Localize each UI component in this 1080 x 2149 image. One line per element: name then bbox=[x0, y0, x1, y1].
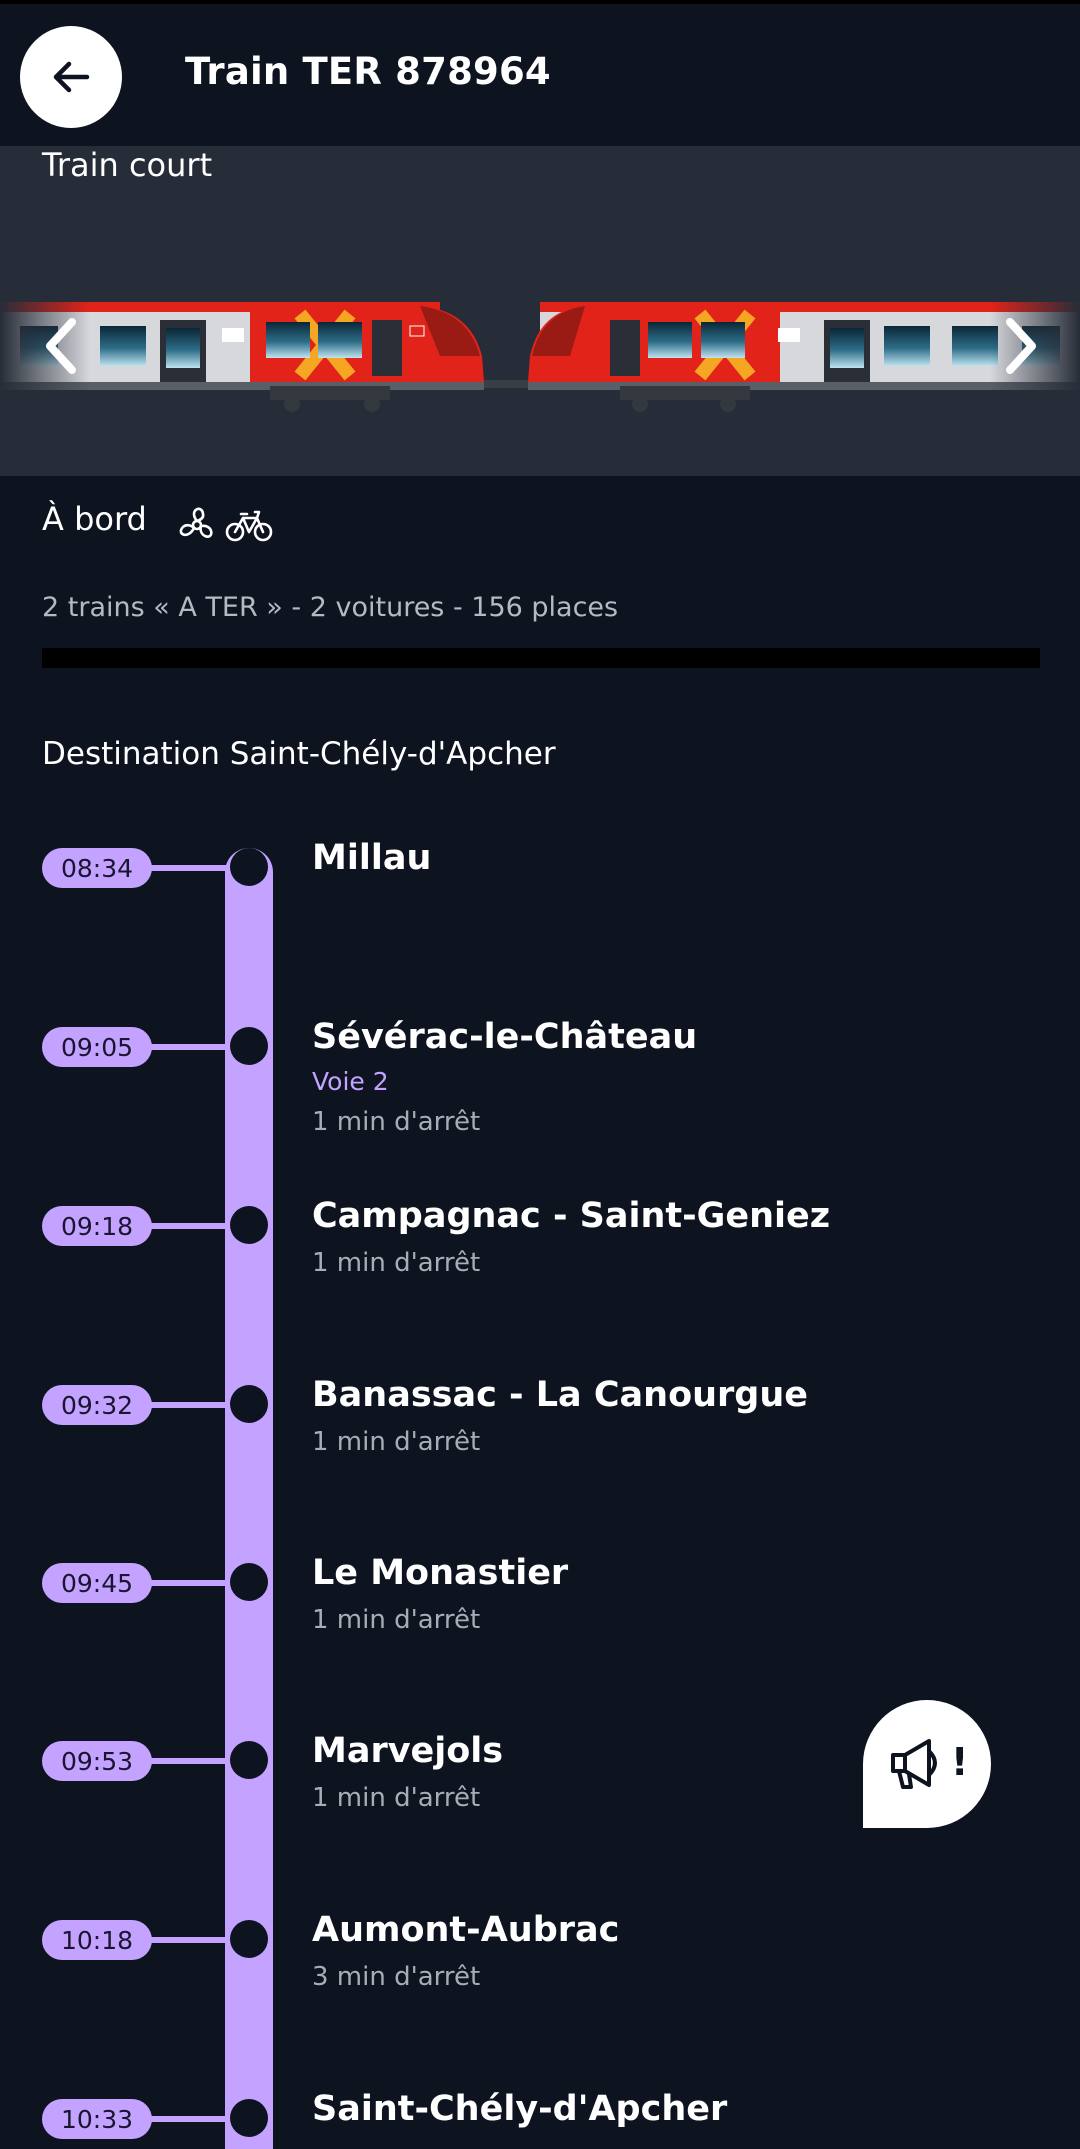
timeline-connector bbox=[150, 1758, 234, 1764]
stop-item[interactable]: 09:18 Campagnac - Saint-Geniez 1 min d'a… bbox=[0, 1196, 1080, 1278]
stop-dot bbox=[230, 1385, 268, 1423]
fan-icon bbox=[179, 507, 213, 538]
stop-item[interactable]: 10:33 Saint-Chély-d'Apcher bbox=[0, 2089, 1080, 2149]
station-name: Millau bbox=[312, 838, 432, 878]
composition-label: Train court bbox=[42, 146, 213, 184]
timeline-connector bbox=[150, 1937, 234, 1943]
timeline-connector bbox=[150, 1580, 234, 1586]
stop-duration: 1 min d'arrêt bbox=[312, 1427, 481, 1457]
stop-duration: 1 min d'arrêt bbox=[312, 1783, 481, 1813]
chevron-left-icon bbox=[46, 318, 76, 374]
stop-duration: 1 min d'arrêt bbox=[312, 1248, 481, 1278]
destination-label: Destination Saint-Chély-d'Apcher bbox=[42, 736, 556, 772]
page-title: Train TER 878964 bbox=[185, 50, 551, 93]
previous-car-button[interactable] bbox=[32, 306, 92, 386]
timeline-connector bbox=[150, 1223, 234, 1229]
megaphone-icon: ! bbox=[891, 1739, 968, 1789]
stop-dot bbox=[230, 1920, 268, 1958]
timeline-connector bbox=[150, 2116, 234, 2122]
divider-bar bbox=[42, 648, 1040, 668]
stop-item[interactable]: 08:34 Millau bbox=[0, 838, 1080, 908]
arrow-left-icon bbox=[53, 61, 90, 93]
stop-item[interactable]: 09:05 Sévérac-le-Château Voie 2 1 min d'… bbox=[0, 1017, 1080, 1137]
timeline-connector bbox=[150, 1402, 234, 1408]
stop-item[interactable]: 10:18 Aumont-Aubrac 3 min d'arrêt bbox=[0, 1910, 1080, 1992]
station-name: Aumont-Aubrac bbox=[312, 1910, 620, 1950]
feedback-button[interactable]: ! bbox=[863, 1700, 991, 1828]
onboard-title: À bord bbox=[42, 500, 147, 538]
stop-time: 09:45 bbox=[42, 1563, 152, 1603]
svg-text:!: ! bbox=[951, 1740, 968, 1784]
stop-dot bbox=[230, 848, 268, 886]
stop-dot bbox=[230, 2099, 268, 2137]
stop-dot bbox=[230, 1206, 268, 1244]
timeline-connector bbox=[150, 1044, 234, 1050]
station-name: Le Monastier bbox=[312, 1553, 569, 1593]
chevron-right-icon bbox=[1006, 318, 1036, 374]
stop-duration: 1 min d'arrêt bbox=[312, 1107, 481, 1137]
stop-time: 08:34 bbox=[42, 848, 152, 888]
train-composition: Train court bbox=[0, 146, 1080, 476]
stop-time: 10:33 bbox=[42, 2099, 152, 2139]
stop-item[interactable]: 09:32 Banassac - La Canourgue 1 min d'ar… bbox=[0, 1375, 1080, 1457]
stop-time: 09:53 bbox=[42, 1741, 152, 1781]
stop-dot bbox=[230, 1027, 268, 1065]
stop-dot bbox=[230, 1563, 268, 1601]
app-header: Train TER 878964 bbox=[0, 0, 1080, 146]
stop-time: 10:18 bbox=[42, 1920, 152, 1960]
stop-duration: 3 min d'arrêt bbox=[312, 1962, 481, 1992]
track-number: Voie 2 bbox=[312, 1067, 389, 1096]
bicycle-icon bbox=[225, 510, 273, 542]
stop-item[interactable]: 09:45 Le Monastier 1 min d'arrêt bbox=[0, 1553, 1080, 1635]
back-button[interactable] bbox=[20, 26, 122, 128]
stop-time: 09:05 bbox=[42, 1027, 152, 1067]
stop-time: 09:18 bbox=[42, 1206, 152, 1246]
train-image[interactable] bbox=[0, 286, 1080, 416]
station-name: Campagnac - Saint-Geniez bbox=[312, 1196, 831, 1236]
station-name: Banassac - La Canourgue bbox=[312, 1375, 809, 1415]
timeline-connector bbox=[150, 865, 234, 871]
stop-time: 09:32 bbox=[42, 1385, 152, 1425]
station-name: Marvejols bbox=[312, 1731, 504, 1771]
stop-dot bbox=[230, 1741, 268, 1779]
train-details-screen: Train TER 878964 Train court À bord 2 tr… bbox=[0, 0, 1080, 2149]
stop-duration: 1 min d'arrêt bbox=[312, 1605, 481, 1635]
station-name: Sévérac-le-Château bbox=[312, 1017, 698, 1057]
next-car-button[interactable] bbox=[990, 306, 1050, 386]
station-name: Saint-Chély-d'Apcher bbox=[312, 2089, 728, 2129]
train-capacity-details: 2 trains « A TER » - 2 voitures - 156 pl… bbox=[42, 592, 619, 623]
onboard-amenities bbox=[174, 502, 274, 548]
